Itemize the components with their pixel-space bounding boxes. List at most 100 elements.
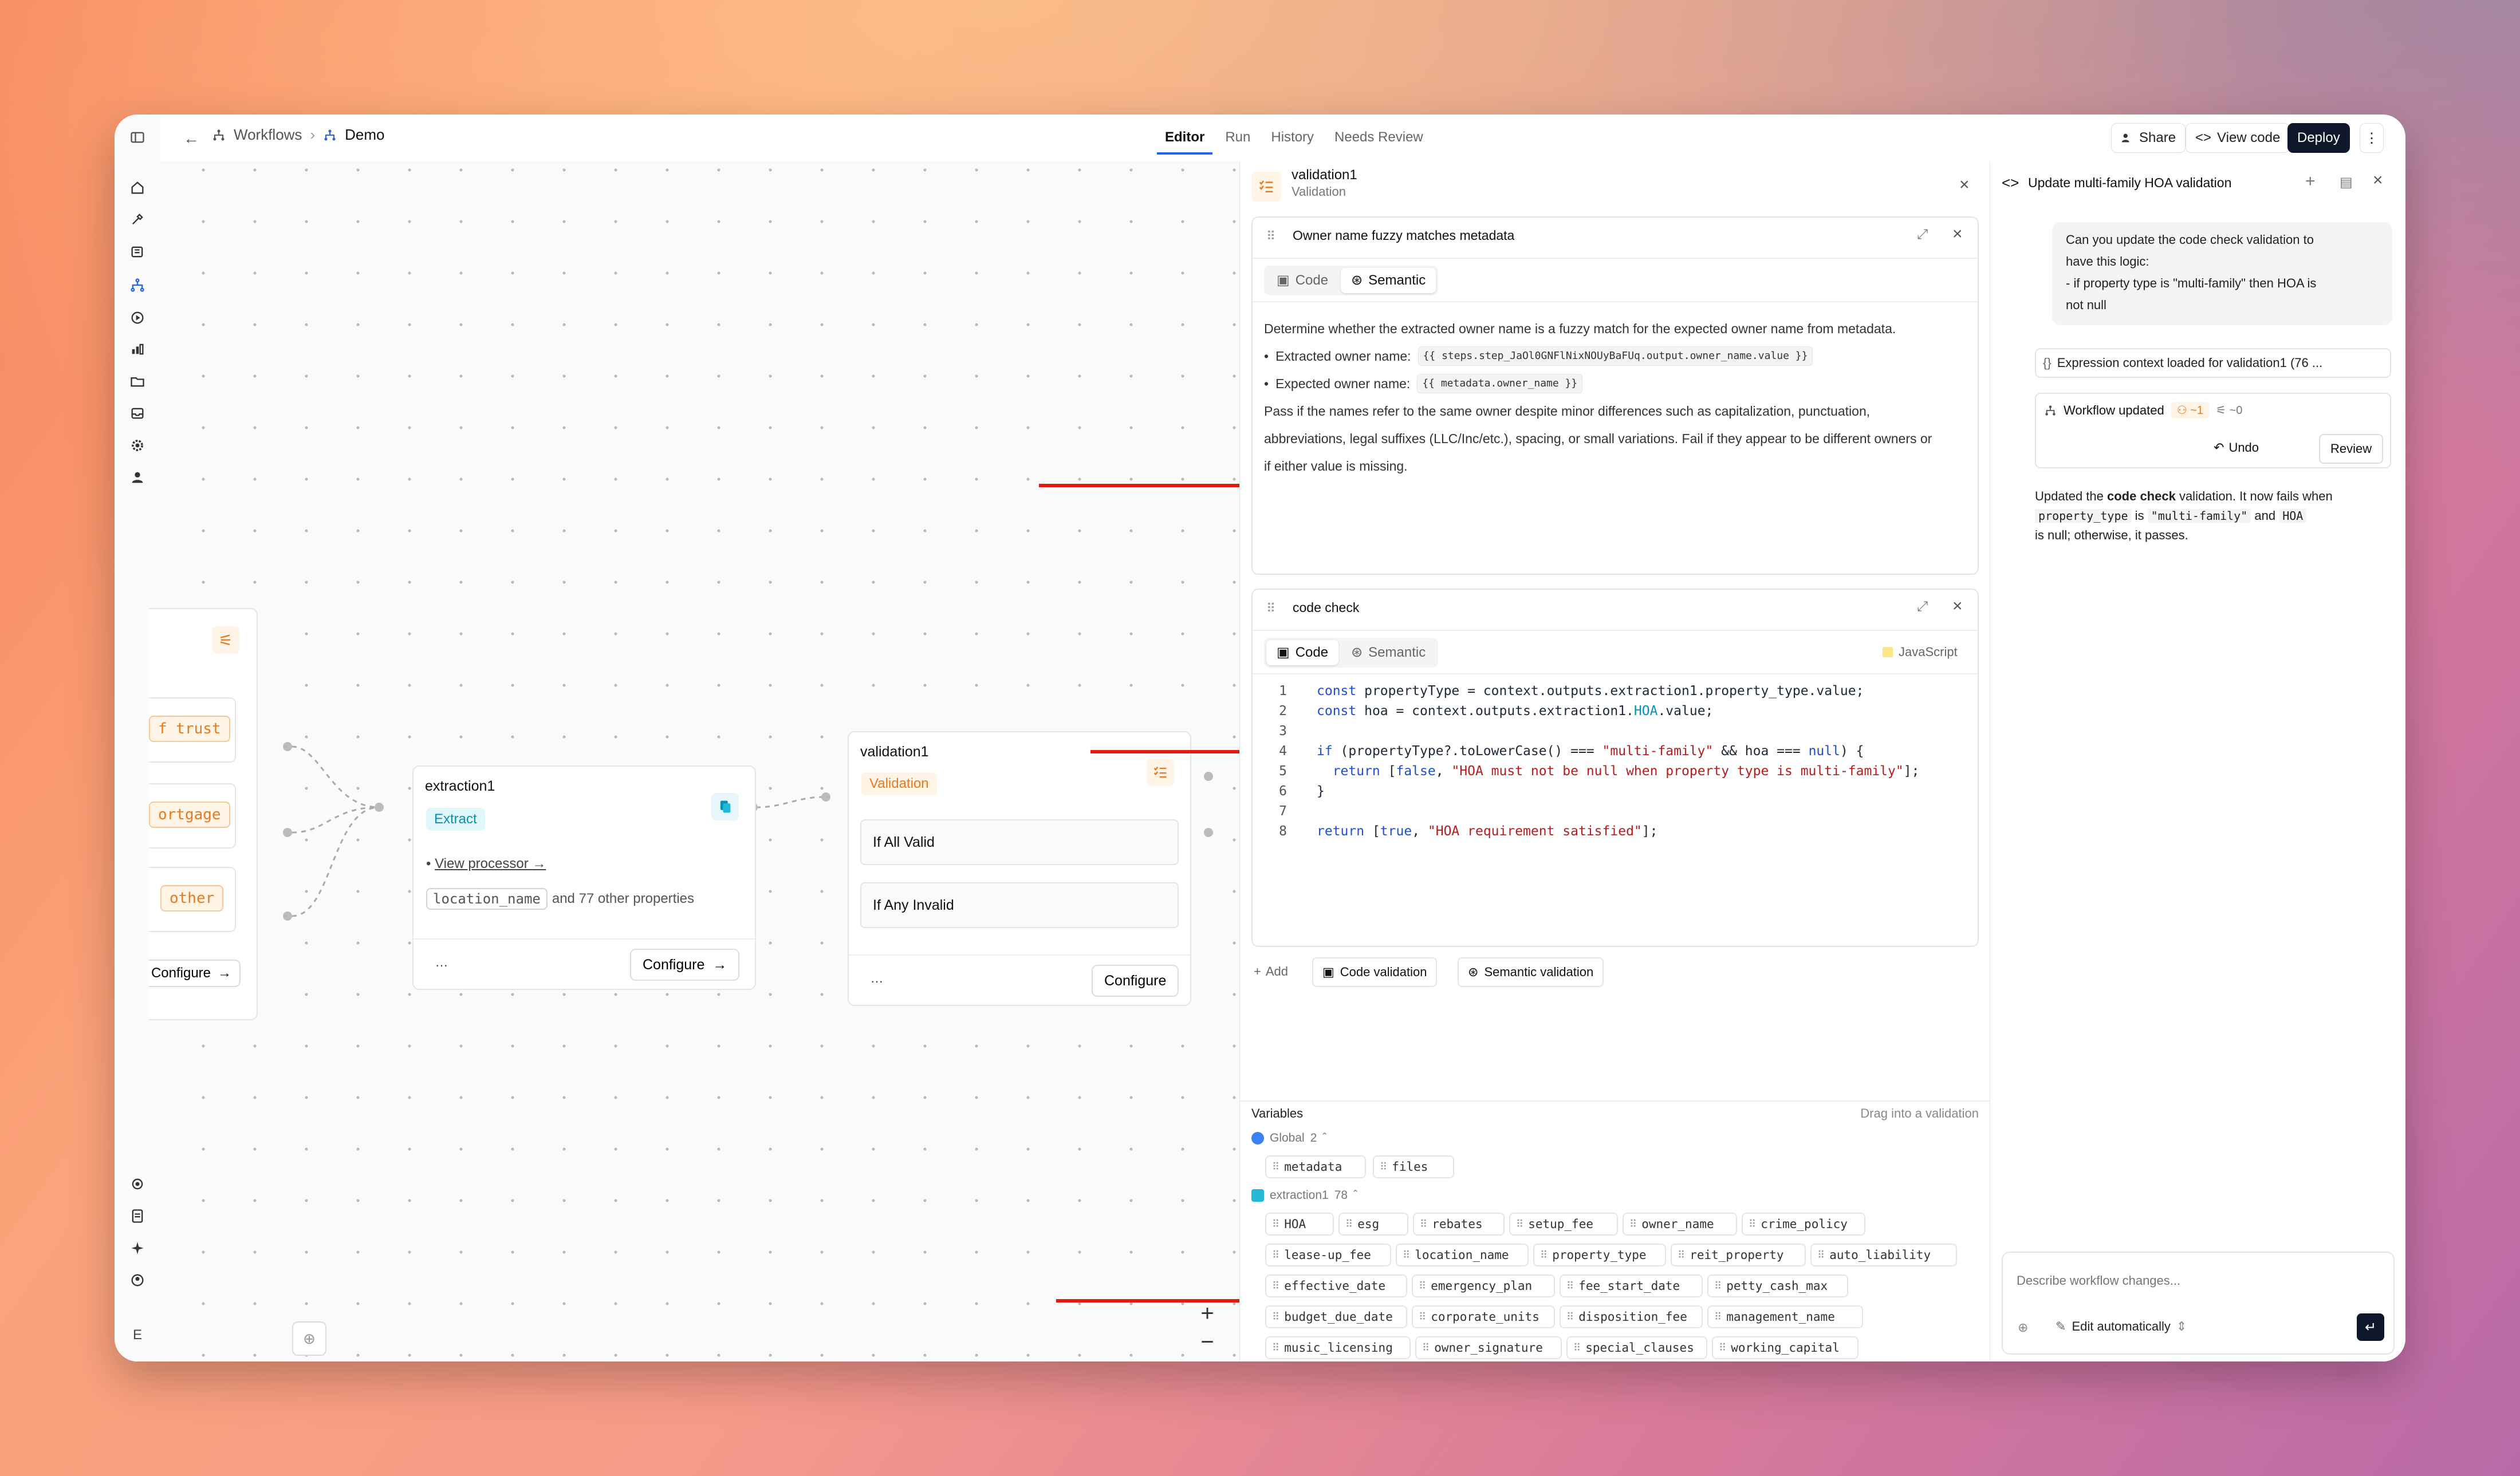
validation-node[interactable]: validation1 Validation If All Valid If A… bbox=[848, 731, 1191, 1006]
new-chat-icon[interactable]: + bbox=[2305, 172, 2316, 191]
view-processor-link[interactable]: View processor → bbox=[435, 856, 546, 871]
send-button[interactable]: ↵ bbox=[2357, 1313, 2384, 1341]
variable-tag[interactable]: special_clauses bbox=[1566, 1336, 1707, 1359]
configure-button[interactable]: Configure → bbox=[149, 960, 241, 987]
close-icon[interactable]: × bbox=[1959, 175, 1970, 195]
node-menu-icon[interactable]: ··· bbox=[435, 958, 448, 973]
chat-history-icon[interactable]: ▤ bbox=[2340, 174, 2353, 191]
add-semantic-validation-button[interactable]: ⊛ Semantic validation bbox=[1458, 957, 1604, 987]
documents-icon[interactable] bbox=[127, 242, 148, 262]
variable-tag[interactable]: owner_signature bbox=[1415, 1336, 1562, 1359]
home-icon[interactable] bbox=[127, 177, 148, 198]
fit-view-button[interactable]: ⛶ bbox=[1191, 1355, 1223, 1361]
expand-icon[interactable]: ⤢ bbox=[1917, 227, 1928, 243]
variable-tag[interactable]: auto_liability bbox=[1810, 1244, 1957, 1266]
user-initial[interactable]: E bbox=[115, 1327, 160, 1343]
branch-all-valid[interactable]: If All Valid bbox=[860, 819, 1179, 865]
arrow-right-icon: → bbox=[712, 956, 727, 973]
tab-needs-review[interactable]: Needs Review bbox=[1326, 123, 1431, 152]
language-label: JavaScript bbox=[1883, 645, 1958, 660]
drag-handle-icon[interactable]: ⠿ bbox=[1266, 601, 1275, 616]
zoom-out-button[interactable]: − bbox=[1191, 1326, 1223, 1358]
account-icon[interactable] bbox=[127, 1270, 148, 1290]
view-code-button[interactable]: <> View code bbox=[2186, 123, 2290, 153]
tools-icon[interactable] bbox=[127, 209, 148, 230]
deploy-button[interactable]: Deploy bbox=[2287, 123, 2350, 153]
drag-handle-icon[interactable]: ⠿ bbox=[1266, 229, 1275, 244]
semantic-prompt[interactable]: Determine whether the extracted owner na… bbox=[1264, 315, 1966, 480]
code-editor[interactable]: 1 2 3 4 5 6 7 8 const propertyType = con… bbox=[1253, 684, 1978, 936]
variable-tag[interactable]: location_name bbox=[1396, 1244, 1529, 1266]
extraction-node[interactable]: extraction1 Extract • View processor → l… bbox=[412, 765, 756, 990]
variable-tag[interactable]: metadata bbox=[1265, 1155, 1366, 1178]
variable-tag[interactable]: corporate_units bbox=[1412, 1305, 1555, 1328]
variable-tag[interactable]: budget_due_date bbox=[1265, 1305, 1407, 1328]
tab-code[interactable]: ▣ Code bbox=[1266, 268, 1338, 293]
more-menu-button[interactable]: ⋮ bbox=[2360, 123, 2384, 153]
context-loaded-chip[interactable]: {} Expression context loaded for validat… bbox=[2035, 348, 2391, 378]
variable-tag[interactable]: lease-up_fee bbox=[1265, 1244, 1391, 1266]
variable-tag[interactable]: crime_policy bbox=[1742, 1213, 1865, 1236]
configure-button[interactable]: Configure → bbox=[630, 949, 740, 981]
variable-tag[interactable]: rebates bbox=[1413, 1213, 1505, 1236]
branch-any-invalid[interactable]: If Any Invalid bbox=[860, 882, 1179, 928]
variable-tag[interactable]: fee_start_date bbox=[1560, 1274, 1703, 1297]
inbox-icon[interactable] bbox=[127, 403, 148, 424]
docs-icon[interactable] bbox=[127, 1206, 148, 1226]
variable-tag[interactable]: files bbox=[1373, 1155, 1454, 1178]
variable-tag[interactable]: emergency_plan bbox=[1412, 1274, 1555, 1297]
variable-tag[interactable]: setup_fee bbox=[1509, 1213, 1618, 1236]
global-group-toggle[interactable]: Global 2 ˆ bbox=[1251, 1131, 1326, 1145]
zoom-in-button[interactable]: + bbox=[1191, 1297, 1223, 1329]
classify-node[interactable]: ⚟ f trust ortgage other Configure → bbox=[149, 608, 258, 1020]
variable-tag[interactable]: owner_name bbox=[1623, 1213, 1737, 1236]
variable-tag[interactable]: esg bbox=[1338, 1213, 1408, 1236]
variable-tag[interactable]: reit_property bbox=[1671, 1244, 1806, 1266]
back-arrow-icon[interactable]: ← bbox=[183, 129, 199, 148]
support-icon[interactable] bbox=[127, 1174, 148, 1194]
review-button[interactable]: Review bbox=[2319, 434, 2384, 464]
tab-run[interactable]: Run bbox=[1217, 123, 1258, 152]
close-icon[interactable]: × bbox=[1952, 597, 1963, 616]
configure-button[interactable]: Configure bbox=[1092, 965, 1179, 997]
node-menu-icon[interactable]: ··· bbox=[871, 974, 883, 989]
variable-tag[interactable]: music_licensing bbox=[1265, 1336, 1411, 1359]
close-icon[interactable]: × bbox=[2373, 171, 2383, 190]
sparkle-icon[interactable] bbox=[127, 1238, 148, 1258]
workflow-canvas[interactable]: ⚟ f trust ortgage other Configure → extra… bbox=[149, 161, 1378, 1361]
analytics-icon[interactable] bbox=[127, 339, 148, 360]
sidebar-toggle-icon[interactable] bbox=[127, 127, 148, 148]
breadcrumb-workflows[interactable]: Workflows bbox=[234, 126, 302, 144]
tab-editor[interactable]: Editor bbox=[1157, 123, 1213, 155]
variable-tag[interactable]: disposition_fee bbox=[1560, 1305, 1703, 1328]
code-line: if (propertyType?.toLowerCase() === "mul… bbox=[1317, 744, 1864, 759]
share-button[interactable]: Share bbox=[2111, 123, 2186, 153]
close-icon[interactable]: × bbox=[1952, 224, 1963, 244]
variable-tag[interactable]: management_name bbox=[1707, 1305, 1863, 1328]
variable-tag[interactable]: petty_cash_max bbox=[1707, 1274, 1848, 1297]
expand-icon[interactable]: ⤢ bbox=[1917, 599, 1928, 615]
attach-icon[interactable]: ⊕ bbox=[2018, 1320, 2028, 1335]
chat-input[interactable]: Describe workflow changes... bbox=[2017, 1273, 2180, 1288]
mode-select[interactable]: ✎ Edit automatically ⇕ bbox=[2056, 1319, 2187, 1334]
chat-title: Update multi-family HOA validation bbox=[2028, 175, 2232, 190]
tab-semantic[interactable]: ⊛ Semantic bbox=[1341, 268, 1436, 293]
extraction-group-toggle[interactable]: extraction1 78 ˆ bbox=[1251, 1189, 1357, 1202]
folder-icon[interactable] bbox=[127, 371, 148, 392]
tab-code[interactable]: ▣ Code bbox=[1266, 640, 1339, 665]
variable-tag[interactable]: working_capital bbox=[1712, 1336, 1858, 1359]
variable-tag[interactable]: property_type bbox=[1533, 1244, 1666, 1266]
variable-tag[interactable]: HOA bbox=[1265, 1213, 1334, 1236]
tab-history[interactable]: History bbox=[1263, 123, 1322, 152]
workflows-icon[interactable] bbox=[127, 275, 148, 295]
run-icon[interactable] bbox=[127, 307, 148, 328]
add-code-validation-button[interactable]: ▣ Code validation bbox=[1312, 957, 1438, 987]
view-tabs: Editor Run History Needs Review bbox=[1157, 123, 1431, 155]
variable-tag[interactable]: effective_date bbox=[1265, 1274, 1407, 1297]
chevron-up-icon: ˆ bbox=[1353, 1189, 1358, 1202]
users-icon[interactable] bbox=[127, 467, 148, 488]
undo-button[interactable]: ↶ Undo bbox=[2206, 435, 2267, 460]
add-node-button[interactable]: ⊕ bbox=[292, 1321, 326, 1356]
tab-semantic[interactable]: ⊛ Semantic bbox=[1341, 640, 1436, 665]
settings-icon[interactable] bbox=[127, 435, 148, 456]
